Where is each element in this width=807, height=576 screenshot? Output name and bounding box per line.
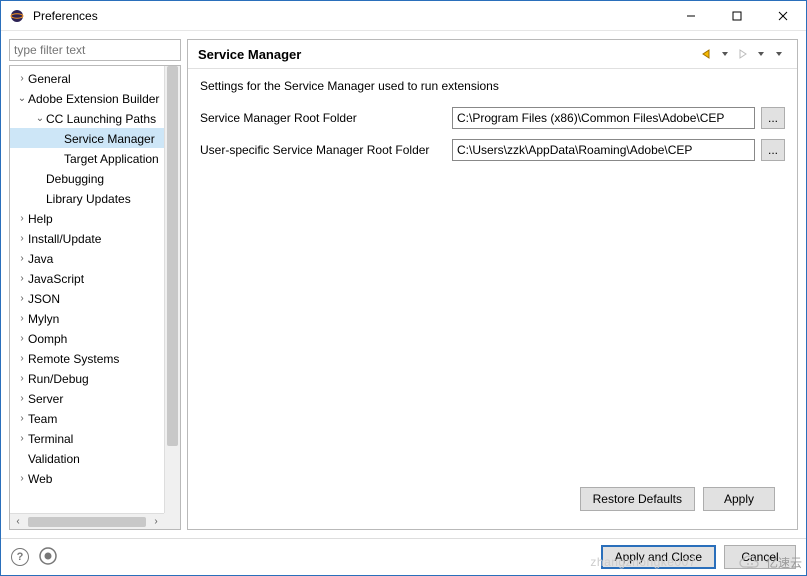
minimize-button[interactable] (668, 1, 714, 31)
chevron-right-icon[interactable]: › (16, 209, 28, 229)
chevron-right-icon[interactable]: › (16, 429, 28, 449)
tree-item[interactable]: ›Run/Debug (10, 368, 164, 388)
scroll-right-icon[interactable]: › (148, 516, 164, 527)
tree-item[interactable]: ›JSON (10, 288, 164, 308)
chevron-right-icon[interactable]: › (16, 69, 28, 89)
tree-item-label: Library Updates (46, 192, 131, 206)
tree-item-label: Web (28, 472, 52, 486)
chevron-right-icon[interactable]: › (16, 369, 28, 389)
tree-item[interactable]: ›General (10, 68, 164, 88)
field-label: User-specific Service Manager Root Folde… (200, 143, 446, 157)
tree-item[interactable]: Debugging (10, 168, 164, 188)
user-root-folder-input[interactable] (452, 139, 755, 161)
tree-item[interactable]: ›Terminal (10, 428, 164, 448)
tree-item-label: Service Manager (64, 132, 155, 146)
tree-item[interactable]: Target Application (10, 148, 164, 168)
tree-item-label: Target Application (64, 152, 159, 166)
tree-item[interactable]: ›Mylyn (10, 308, 164, 328)
preferences-tree: ›General⌄Adobe Extension Builder⌄CC Laun… (9, 65, 181, 530)
browse-button[interactable]: ... (761, 107, 785, 129)
chevron-right-icon[interactable]: › (16, 329, 28, 349)
chevron-right-icon[interactable]: › (16, 309, 28, 329)
maximize-button[interactable] (714, 1, 760, 31)
page-title: Service Manager (198, 47, 697, 62)
close-button[interactable] (760, 1, 806, 31)
chevron-right-icon[interactable]: › (16, 409, 28, 429)
field-label: Service Manager Root Folder (200, 111, 446, 125)
filter-input[interactable] (9, 39, 181, 61)
tree-item-label: Install/Update (28, 232, 101, 246)
restore-defaults-button[interactable]: Restore Defaults (580, 487, 695, 511)
tree-item-label: Validation (28, 452, 80, 466)
chevron-right-icon[interactable]: › (16, 249, 28, 269)
chevron-right-icon[interactable]: › (16, 229, 28, 249)
scroll-left-icon[interactable]: ‹ (10, 516, 26, 527)
tree-item-label: Server (28, 392, 63, 406)
vertical-scrollbar[interactable] (164, 66, 180, 513)
tree-item[interactable]: ›Team (10, 408, 164, 428)
tree-item-label: Terminal (28, 432, 73, 446)
tree-item[interactable]: ›JavaScript (10, 268, 164, 288)
tree-item[interactable]: ⌄CC Launching Paths (10, 108, 164, 128)
horizontal-scrollbar[interactable]: ‹ › (10, 513, 164, 529)
chevron-down-icon[interactable]: ⌄ (16, 89, 28, 109)
import-export-icon[interactable] (39, 547, 57, 568)
page-description: Settings for the Service Manager used to… (200, 79, 785, 93)
tree-item[interactable]: ›Help (10, 208, 164, 228)
chevron-down-icon[interactable]: ⌄ (34, 109, 46, 129)
tree-item-label: Adobe Extension Builder (28, 92, 159, 106)
back-menu-icon[interactable] (717, 46, 733, 62)
help-icon[interactable]: ? (11, 548, 29, 566)
tree-item-label: CC Launching Paths (46, 112, 156, 126)
chevron-right-icon[interactable]: › (16, 269, 28, 289)
tree-item-label: Oomph (28, 332, 67, 346)
tree-item-label: Debugging (46, 172, 104, 186)
tree-item-label: Help (28, 212, 53, 226)
browse-button[interactable]: ... (761, 139, 785, 161)
root-folder-input[interactable] (452, 107, 755, 129)
tree-item[interactable]: ›Install/Update (10, 228, 164, 248)
tree-item-label: Team (28, 412, 57, 426)
back-icon[interactable] (699, 46, 715, 62)
tree-item[interactable]: Validation (10, 448, 164, 468)
tree-item-label: JavaScript (28, 272, 84, 286)
view-menu-icon[interactable] (771, 46, 787, 62)
forward-icon[interactable] (735, 46, 751, 62)
tree-item-label: Java (28, 252, 53, 266)
tree-item-label: Run/Debug (28, 372, 89, 386)
cancel-button[interactable]: Cancel (724, 545, 796, 569)
tree-item[interactable]: ›Oomph (10, 328, 164, 348)
tree-item[interactable]: ›Web (10, 468, 164, 488)
apply-and-close-button[interactable]: Apply and Close (601, 545, 716, 569)
forward-menu-icon[interactable] (753, 46, 769, 62)
chevron-right-icon[interactable]: › (16, 289, 28, 309)
titlebar: Preferences (1, 1, 806, 31)
chevron-right-icon[interactable]: › (16, 469, 28, 489)
tree-item[interactable]: ›Server (10, 388, 164, 408)
tree-item-label: Remote Systems (28, 352, 119, 366)
window-title: Preferences (33, 9, 668, 23)
apply-button[interactable]: Apply (703, 487, 775, 511)
tree-item[interactable]: ›Remote Systems (10, 348, 164, 368)
tree-item-label: General (28, 72, 71, 86)
eclipse-icon (9, 8, 25, 24)
tree-item[interactable]: Service Manager (10, 128, 164, 148)
tree-item-label: Mylyn (28, 312, 59, 326)
tree-item[interactable]: ⌄Adobe Extension Builder (10, 88, 164, 108)
tree-item[interactable]: ›Java (10, 248, 164, 268)
chevron-right-icon[interactable]: › (16, 349, 28, 369)
tree-item-label: JSON (28, 292, 60, 306)
chevron-right-icon[interactable]: › (16, 389, 28, 409)
tree-item[interactable]: Library Updates (10, 188, 164, 208)
